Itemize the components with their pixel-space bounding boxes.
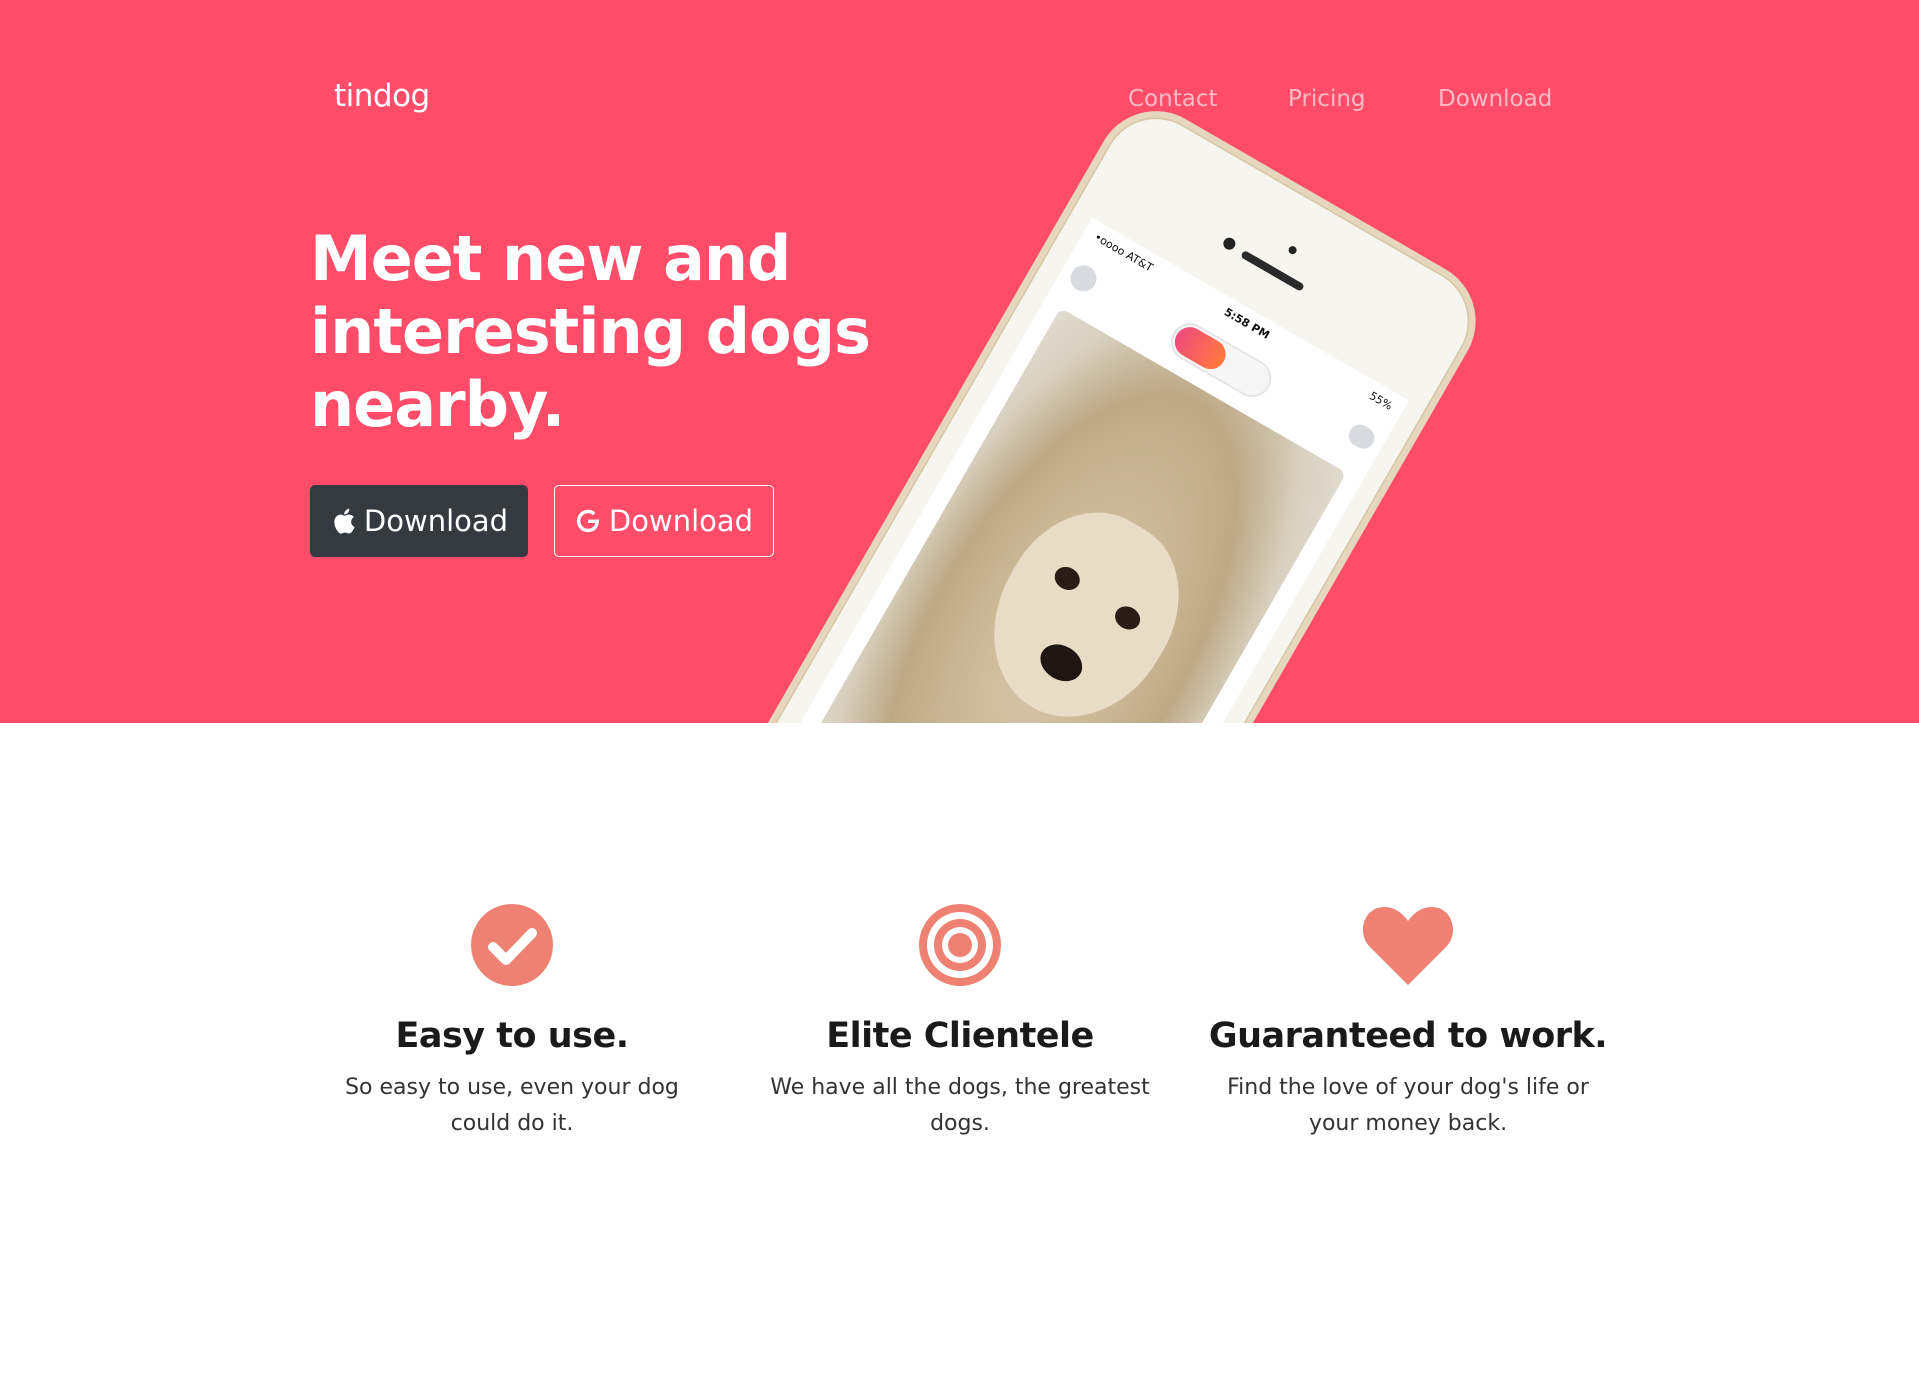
feature-text: So easy to use, even your dog could do i… <box>345 1075 679 1136</box>
feature-guaranteed: Guaranteed to work. Find the love of you… <box>1208 903 1608 1142</box>
bullseye-icon <box>919 904 1001 986</box>
chat-icon <box>1344 420 1379 453</box>
hero-headline: Meet new and interesting dogs nearby. <box>310 222 871 441</box>
status-battery: 55% <box>1366 389 1395 413</box>
phone-camera <box>1221 235 1238 252</box>
feature-easy-to-use: Easy to use. So easy to use, even your d… <box>312 903 712 1142</box>
feature-title: Elite Clientele <box>826 1016 1094 1056</box>
status-time: 5:58 PM <box>1221 305 1272 342</box>
dog-face <box>958 482 1211 723</box>
google-download-label: Download <box>608 504 754 538</box>
dog-eye-left <box>1050 562 1085 595</box>
feature-text: We have all the dogs, the greatest dogs. <box>770 1075 1150 1136</box>
feature-elite-clientele: Elite Clientele We have all the dogs, th… <box>760 903 1160 1142</box>
google-icon <box>575 507 601 535</box>
check-circle-icon <box>471 904 553 986</box>
apple-icon <box>330 506 356 536</box>
features-section: Easy to use. So easy to use, even your d… <box>0 723 1919 1373</box>
apple-download-label: Download <box>363 504 509 538</box>
phone-speaker <box>1240 249 1305 292</box>
nav-pricing-link[interactable]: Pricing <box>1288 86 1366 112</box>
feature-title: Easy to use. <box>395 1016 629 1056</box>
status-carrier: •oooo AT&T <box>1091 230 1156 275</box>
phone-sensor <box>1287 244 1299 256</box>
dog-nose <box>1033 637 1089 689</box>
apple-download-button[interactable]: Download <box>310 485 528 557</box>
profile-icon <box>1065 260 1102 297</box>
feature-title: Guaranteed to work. <box>1208 1016 1608 1056</box>
hero-section: tindog Contact Pricing Download Meet new… <box>0 0 1919 723</box>
nav-download-link[interactable]: Download <box>1438 86 1552 112</box>
heart-icon <box>1362 907 1454 985</box>
top-nav: Contact Pricing Download <box>0 86 1919 126</box>
flame-icon <box>1169 321 1232 375</box>
feature-text: Find the love of your dog's life or your… <box>1227 1075 1589 1136</box>
google-download-button[interactable]: Download <box>554 485 774 557</box>
dog-eye-right <box>1110 601 1145 634</box>
